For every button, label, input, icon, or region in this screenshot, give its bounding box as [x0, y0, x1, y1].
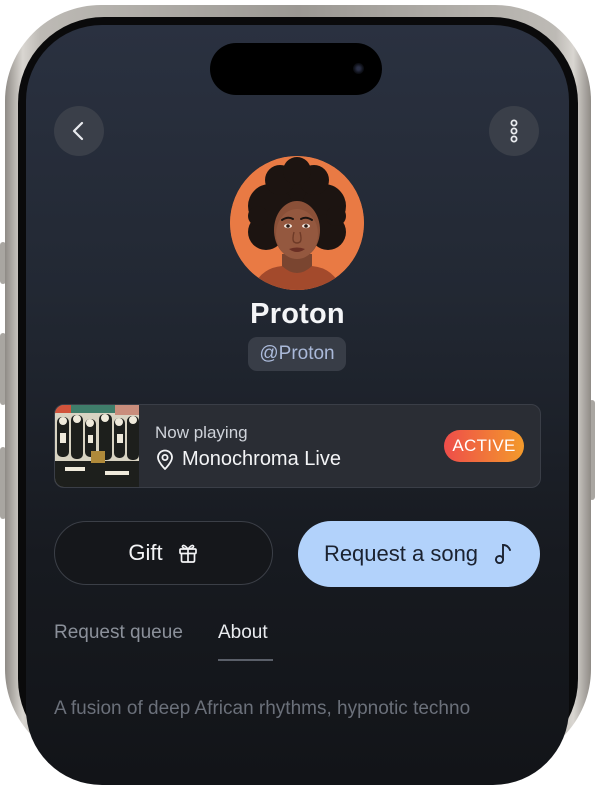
- tab-about[interactable]: About: [218, 622, 268, 644]
- status-badge: ACTIVE: [444, 430, 524, 462]
- profile-name: Proton: [250, 298, 345, 330]
- more-options-button[interactable]: [489, 106, 539, 156]
- phone-screen: Proton @Proton Now playing Monochroma Li…: [26, 25, 569, 785]
- tab-request-queue[interactable]: Request queue: [54, 622, 183, 644]
- music-note-icon: [494, 544, 511, 565]
- chevron-left-icon: [72, 121, 84, 141]
- now-playing-card[interactable]: Now playing Monochroma Live ACTIVE: [54, 404, 541, 488]
- more-vertical-icon: [510, 119, 518, 143]
- back-button[interactable]: [54, 106, 104, 156]
- tab-active-indicator: [218, 659, 273, 661]
- dynamic-island: [210, 43, 382, 95]
- album-art: [55, 405, 139, 487]
- gift-icon: [178, 544, 197, 563]
- request-song-button[interactable]: Request a song: [298, 521, 540, 587]
- gift-button[interactable]: Gift: [54, 521, 273, 585]
- avatar: [230, 156, 364, 290]
- about-description: A fusion of deep African rhythms, hypnot…: [54, 698, 471, 719]
- front-camera: [353, 63, 364, 74]
- location-pin-icon: [157, 449, 173, 470]
- gift-button-label: Gift: [128, 540, 163, 565]
- request-song-label: Request a song: [323, 541, 479, 566]
- now-playing-title-row: Monochroma Live: [155, 448, 341, 471]
- now-playing-title: Monochroma Live: [182, 448, 341, 470]
- now-playing-label: Now playing: [155, 423, 248, 442]
- profile-handle: @Proton: [248, 337, 346, 371]
